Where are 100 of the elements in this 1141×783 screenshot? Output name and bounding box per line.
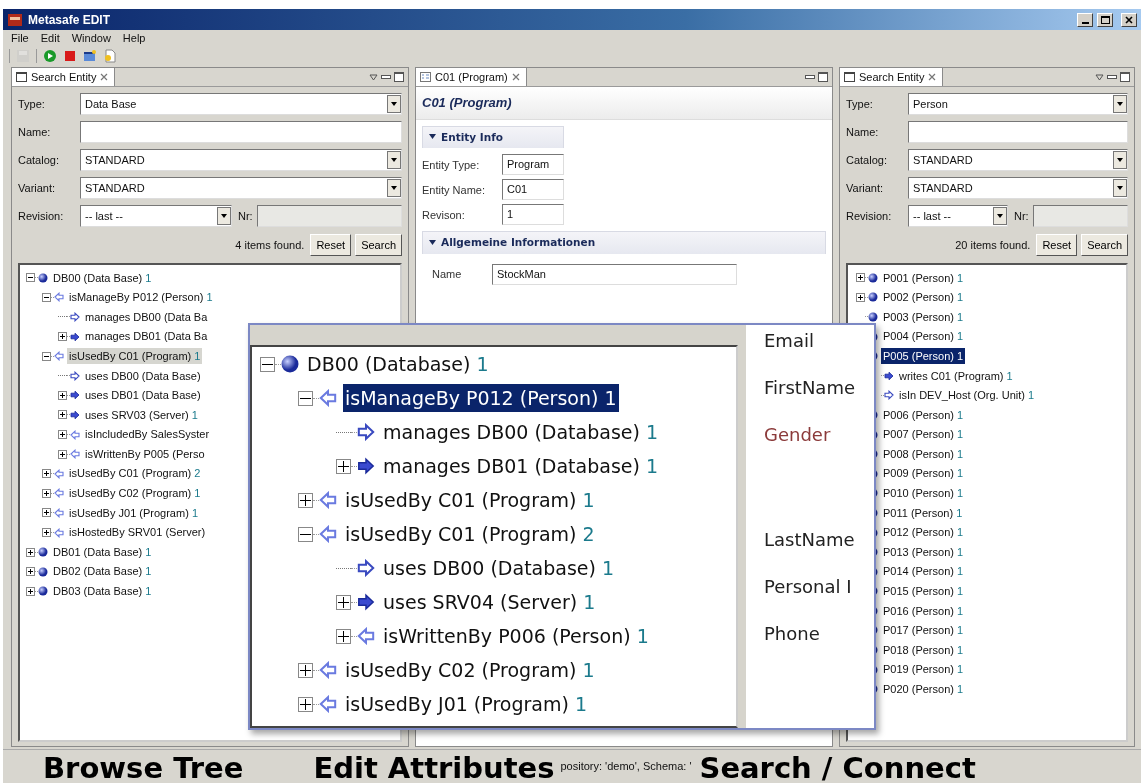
expand-icon[interactable] <box>42 528 51 537</box>
close-icon[interactable] <box>100 73 109 81</box>
expand-icon[interactable] <box>336 458 351 474</box>
expand-icon[interactable] <box>58 410 67 420</box>
tree-item[interactable]: P015 (Person) 1 <box>881 583 966 600</box>
text-field[interactable]: StockMan <box>492 264 737 285</box>
tree-item[interactable]: P004 (Person) 1 <box>881 328 966 345</box>
text-field[interactable]: 1 <box>502 204 564 226</box>
tree-item[interactable]: P001 (Person) 1 <box>881 269 966 287</box>
window-icon[interactable] <box>83 49 97 63</box>
maximize-icon[interactable] <box>394 72 404 82</box>
tree-item[interactable]: P010 (Person) 1 <box>881 485 966 502</box>
tree-item[interactable]: uses DB00 (Data Base) <box>83 367 203 384</box>
view-tab[interactable]: C01 (Program) <box>416 68 527 86</box>
input-field[interactable] <box>80 121 402 143</box>
tree-item[interactable]: P013 (Person) 1 <box>881 543 966 561</box>
close-button[interactable] <box>1121 12 1137 27</box>
tree-item[interactable]: manages DB01 (Data Ba <box>83 328 210 345</box>
text-field[interactable]: Program <box>502 154 564 176</box>
tree-item[interactable]: P014 (Person) 1 <box>881 563 966 580</box>
tree-item[interactable]: DB01 (Data Base) 1 <box>51 543 154 561</box>
tree-item[interactable]: manages DB00 (Data Ba <box>83 308 210 326</box>
minimize-icon[interactable] <box>1107 74 1117 80</box>
tree-item[interactable]: manages DB01 (Database) 1 <box>381 451 661 481</box>
view-menu-icon[interactable] <box>1095 73 1104 81</box>
tree-item[interactable]: DB00 (Database) 1 <box>305 349 491 379</box>
tree-item[interactable]: P018 (Person) 1 <box>881 641 966 659</box>
tree-item[interactable]: isUsedBy C01 (Program) 1 <box>343 485 597 515</box>
tree-item[interactable]: P017 (Person) 1 <box>881 622 966 639</box>
expand-icon[interactable] <box>58 332 67 342</box>
tree-item[interactable]: isUsedBy C01 (Program) 2 <box>67 465 203 482</box>
menu-item[interactable]: File <box>11 30 29 47</box>
tree-item[interactable]: P007 (Person) 1 <box>881 426 966 443</box>
dropdown[interactable]: STANDARD <box>80 149 402 171</box>
tree-item[interactable]: isManageBy P012 (Person) 1 <box>67 289 215 306</box>
tree-item[interactable]: DB02 (Data Base) 1 <box>51 563 154 580</box>
tree-item[interactable]: P020 (Person) 1 <box>881 681 966 698</box>
collapse-icon[interactable] <box>42 292 51 302</box>
dropdown[interactable]: -- last -- <box>80 205 232 227</box>
dropdown[interactable]: Person <box>908 93 1128 115</box>
expand-icon[interactable] <box>26 567 35 577</box>
collapse-icon[interactable] <box>260 356 275 372</box>
collapse-icon[interactable] <box>298 526 313 542</box>
tree-item[interactable]: isUsedBy C02 (Program) 1 <box>67 485 203 502</box>
expand-icon[interactable] <box>58 390 67 400</box>
minimize-button[interactable] <box>1077 12 1093 27</box>
tree-item[interactable]: P009 (Person) 1 <box>881 465 966 482</box>
tree-item[interactable]: isWrittenBy P005 (Perso <box>83 445 207 463</box>
tree-item[interactable]: writes C01 (Program) 1 <box>897 367 1015 384</box>
expand-icon[interactable] <box>26 547 35 557</box>
view-menu-icon[interactable] <box>369 73 378 81</box>
expand-icon[interactable] <box>42 488 51 498</box>
expand-icon[interactable] <box>58 449 67 459</box>
tree-item[interactable]: isIncludedBy SalesSyster <box>83 426 212 443</box>
search-button[interactable]: Search <box>355 234 402 256</box>
close-icon[interactable] <box>511 73 520 81</box>
dropdown[interactable]: STANDARD <box>80 177 402 199</box>
expand-icon[interactable] <box>298 662 313 678</box>
tree-item[interactable]: isHostedBy SRV01 (Server) <box>67 524 208 541</box>
tree-item[interactable]: P006 (Person) 1 <box>881 406 966 424</box>
menu-item[interactable]: Edit <box>40 30 60 47</box>
tree-item[interactable]: P019 (Person) 1 <box>881 661 966 678</box>
search-button[interactable]: Search <box>1081 234 1128 256</box>
dropdown[interactable]: Data Base <box>80 93 402 115</box>
dropdown[interactable]: STANDARD <box>908 149 1128 171</box>
tree-item[interactable]: P002 (Person) 1 <box>881 289 966 306</box>
play-icon[interactable] <box>43 49 57 63</box>
close-icon[interactable] <box>928 73 937 81</box>
reset-button[interactable]: Reset <box>310 234 352 256</box>
menu-item[interactable]: Window <box>71 30 111 47</box>
tree-item[interactable]: isUsedBy C01 (Program) 1 <box>67 347 203 365</box>
tree-item[interactable]: uses SRV04 (Server) 1 <box>381 587 598 617</box>
tree-item[interactable]: isUsedBy J01 (Program) 1 <box>67 504 200 522</box>
text-field[interactable]: C01 <box>502 179 564 201</box>
tree-item[interactable]: P012 (Person) 1 <box>881 524 966 541</box>
reset-button[interactable]: Reset <box>1036 234 1078 256</box>
expand-icon[interactable] <box>42 469 51 479</box>
tree-item[interactable]: isIn DEV_Host (Org. Unit) 1 <box>897 387 1037 404</box>
maximize-icon[interactable] <box>1120 72 1130 82</box>
section-header[interactable]: Allgemeine Informationen <box>422 231 826 254</box>
collapse-icon[interactable] <box>298 390 313 406</box>
tree-item[interactable]: P003 (Person) 1 <box>881 308 966 326</box>
expand-icon[interactable] <box>856 273 865 283</box>
tree-item[interactable]: isUsedBy J01 (Program) 1 <box>343 689 589 719</box>
tree-item[interactable]: P008 (Person) 1 <box>881 445 966 463</box>
tree-item[interactable]: P011 (Person) 1 <box>881 504 965 522</box>
minimize-icon[interactable] <box>381 74 391 80</box>
tree-item[interactable]: DB03 (Data Base) 1 <box>51 583 154 600</box>
tree-item[interactable]: isManageBy P012 (Person) 1 <box>343 383 619 413</box>
view-tab[interactable]: Search Entity <box>12 68 116 86</box>
expand-icon[interactable] <box>42 508 51 518</box>
collapse-icon[interactable] <box>429 240 436 247</box>
tree-item[interactable]: isWrittenBy P006 (Person) 1 <box>381 621 651 651</box>
tree-item[interactable]: DB00 (Data Base) 1 <box>51 269 154 287</box>
dropdown[interactable]: -- last -- <box>908 205 1008 227</box>
expand-icon[interactable] <box>58 430 67 440</box>
section-header[interactable]: Entity Info <box>422 125 564 149</box>
tree-item[interactable]: uses DB00 (Database) 1 <box>381 553 617 583</box>
expand-icon[interactable] <box>298 492 313 508</box>
collapse-icon[interactable] <box>429 134 436 141</box>
